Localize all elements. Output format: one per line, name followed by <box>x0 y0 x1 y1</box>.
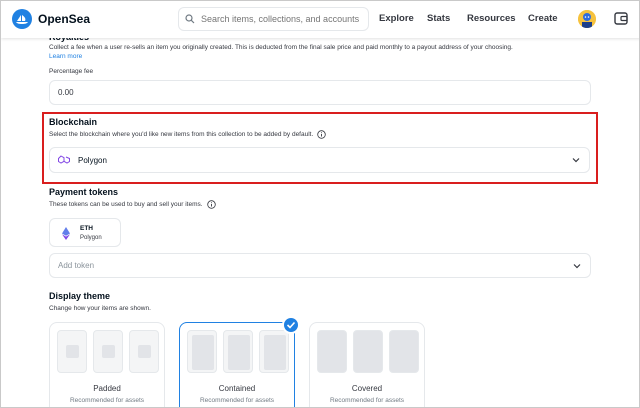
theme-tile <box>93 330 123 373</box>
polygon-icon <box>58 155 70 164</box>
add-token-placeholder: Add token <box>58 261 95 270</box>
page: OpenSea Explore Stats Resources Create <box>0 0 640 408</box>
learn-more-link[interactable]: Learn more <box>49 53 82 60</box>
theme-name: Covered <box>351 384 383 393</box>
chevron-down-icon <box>572 158 580 163</box>
wallet-icon[interactable] <box>614 12 628 25</box>
avatar[interactable] <box>578 10 596 28</box>
theme-desc: Recommended for assets <box>329 397 405 404</box>
theme-name: Contained <box>218 384 256 393</box>
logo[interactable]: OpenSea <box>12 9 90 29</box>
theme-tile <box>187 330 217 373</box>
royalties-description: Collect a fee when a user re-sells an it… <box>49 44 513 51</box>
display-theme-title: Display theme <box>49 291 111 301</box>
theme-desc: Recommended for assets <box>199 397 275 404</box>
ethereum-icon <box>62 227 70 240</box>
search-icon <box>185 14 195 24</box>
theme-option-contained[interactable]: Contained Recommended for assets <box>179 322 295 407</box>
theme-tile <box>129 330 159 373</box>
token-network: Polygon <box>80 235 102 241</box>
nav-create[interactable]: Create <box>528 13 558 24</box>
selected-check-icon <box>282 316 300 334</box>
payment-tokens-title: Payment tokens <box>49 187 119 197</box>
opensea-logo-icon <box>12 9 32 29</box>
blockchain-description: Select the blockchain where you'd like n… <box>49 131 314 138</box>
theme-option-padded[interactable]: Padded Recommended for assets <box>49 322 165 407</box>
search-input[interactable] <box>201 14 361 24</box>
theme-tile <box>389 330 419 373</box>
payment-tokens-description: These tokens can be used to buy and sell… <box>49 201 203 208</box>
token-symbol: ETH <box>80 225 93 232</box>
display-theme-description: Change how your items are shown. <box>49 305 151 312</box>
percentage-fee-label: Percentage fee <box>49 68 94 75</box>
theme-tile <box>259 330 289 373</box>
top-nav: OpenSea Explore Stats Resources Create <box>1 1 639 38</box>
blockchain-description-row: Select the blockchain where you'd like n… <box>49 130 326 139</box>
theme-tile <box>353 330 383 373</box>
blockchain-title: Blockchain <box>49 117 98 127</box>
info-icon[interactable] <box>206 200 216 209</box>
theme-desc: Recommended for assets <box>69 397 145 404</box>
search-bar[interactable] <box>178 7 369 31</box>
nav-stats[interactable]: Stats <box>427 13 450 24</box>
add-token-select[interactable]: Add token <box>49 253 591 278</box>
theme-tile <box>223 330 253 373</box>
percentage-fee-input[interactable]: 0.00 <box>49 80 591 105</box>
theme-option-covered[interactable]: Covered Recommended for assets <box>309 322 425 407</box>
theme-tile <box>317 330 347 373</box>
blockchain-selected: Polygon <box>78 155 107 165</box>
info-icon[interactable] <box>317 130 326 139</box>
theme-tile <box>57 330 87 373</box>
payment-tokens-description-row: These tokens can be used to buy and sell… <box>49 200 216 209</box>
chevron-down-icon <box>573 264 581 269</box>
nav-resources[interactable]: Resources <box>467 13 516 24</box>
nav-explore[interactable]: Explore <box>379 13 414 24</box>
blockchain-select[interactable]: Polygon <box>49 147 590 173</box>
token-card-eth: ETH Polygon <box>49 218 121 247</box>
brand-name: OpenSea <box>38 12 91 26</box>
theme-name: Padded <box>93 384 121 393</box>
